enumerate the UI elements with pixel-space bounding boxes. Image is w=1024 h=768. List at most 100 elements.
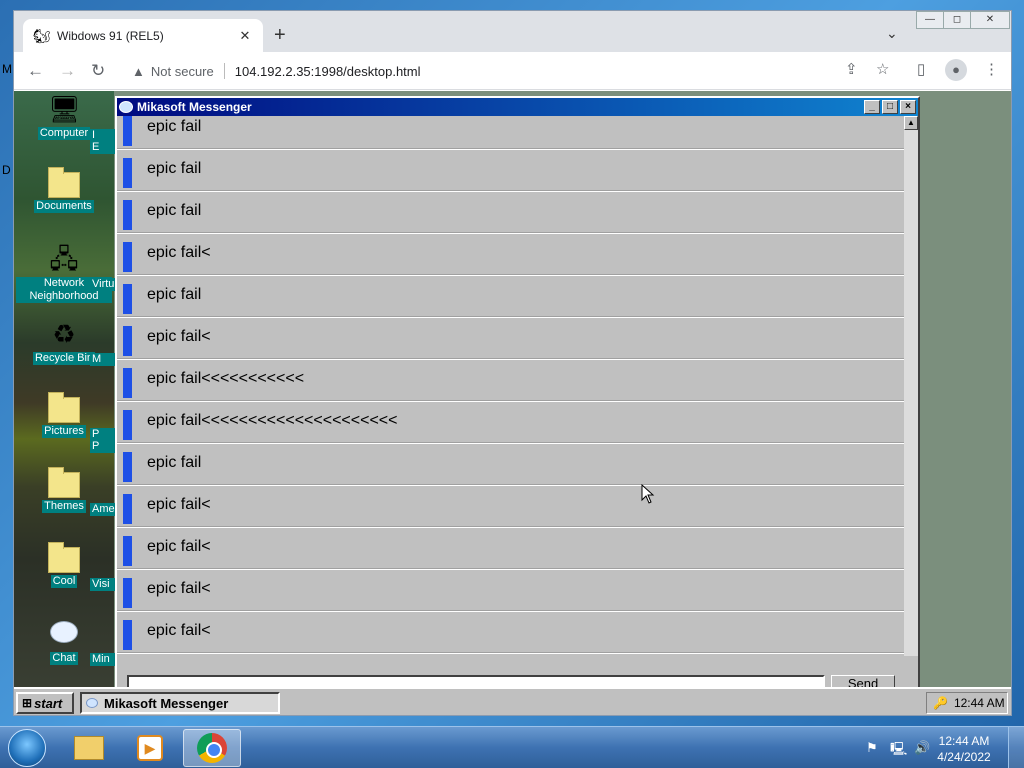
mouse-cursor-icon (641, 484, 655, 504)
start-label: start (34, 695, 63, 711)
message-row: epic fail< (117, 570, 904, 612)
bookmark-star-icon[interactable]: ☆ (876, 62, 889, 78)
message-scrollbar[interactable]: ▲ (904, 116, 918, 656)
desktop-icon-label-partial[interactable]: E (90, 141, 116, 154)
message-text: epic fail< (147, 328, 211, 345)
message-text: epic fail< (147, 622, 211, 639)
desktop-icon-label: Documents (34, 200, 94, 213)
system-clock[interactable]: 12:44 AM 4/24/2022 (934, 733, 994, 765)
address-bar[interactable]: ▲ Not secure 104.192.2.35:1998/desktop.h… (122, 57, 882, 85)
message-row: epic fail< (117, 612, 904, 654)
message-row: epic fail< (117, 528, 904, 570)
messenger-app-icon (119, 101, 133, 113)
warning-icon[interactable]: ▲ (132, 64, 145, 79)
url-text[interactable]: 104.192.2.35:1998/desktop.html (235, 64, 421, 79)
messenger-close-button[interactable]: × (900, 100, 916, 114)
volume-icon[interactable]: 🔊 (914, 740, 930, 756)
desktop-icon-label-partial[interactable]: Min (90, 653, 116, 666)
message-row: epic fail (117, 276, 904, 318)
desktop-icon-label: Pictures (42, 425, 86, 438)
menu-kebab-icon[interactable]: ⋮ (984, 62, 999, 78)
browser-window: 🐿 Wibdows 91 (REL5) ✕ + ⌄ — ◻ ✕ ← → ↻ ▲ … (13, 10, 1012, 716)
desktop-icon-label: Recycle Bin (32, 352, 96, 365)
desktop-icon-documents[interactable]: Documents (16, 167, 112, 213)
tab-close-icon[interactable]: ✕ (237, 28, 253, 44)
sender-color-bar (123, 368, 132, 398)
message-text: epic fail (147, 454, 202, 471)
message-text: epic fail< (147, 538, 211, 555)
tab-strip: 🐿 Wibdows 91 (REL5) ✕ + ⌄ — ◻ ✕ (14, 11, 1011, 52)
messenger-minimize-button[interactable]: _ (864, 100, 880, 114)
desktop-edge-letter: D (2, 163, 11, 177)
desktop-icon-label-partial[interactable]: Visi (90, 578, 116, 591)
network-icon: 🖧 (49, 244, 79, 274)
sender-color-bar (123, 326, 132, 356)
start-button[interactable]: ⊞ start (16, 692, 74, 714)
new-tab-button[interactable]: + (274, 25, 286, 45)
desktop-icon-label: Themes (42, 500, 86, 513)
key-icon: 🔑 (933, 696, 948, 710)
browser-tab[interactable]: 🐿 Wibdows 91 (REL5) ✕ (23, 19, 263, 52)
share-icon[interactable]: ⇪ (845, 62, 858, 78)
omnibox-divider (223, 63, 225, 79)
message-row: epic fail< (117, 234, 904, 276)
not-secure-label[interactable]: Not secure (151, 64, 214, 79)
profile-avatar-icon[interactable]: ● (945, 59, 967, 81)
taskbar-explorer-button[interactable] (60, 729, 118, 767)
emulated-clock[interactable]: 12:44 AM (954, 696, 1005, 710)
message-list[interactable]: epic fail epic fail epic fail epic fail< epi… (117, 116, 904, 656)
site-favicon-icon: 🐿 (33, 27, 51, 44)
desktop-icon-label-partial[interactable]: Ame (90, 503, 116, 516)
message-row: epic fail (117, 150, 904, 192)
desktop-icon-label-partial[interactable]: M (90, 353, 116, 366)
message-row: epic fail<<<<<<<<<<< (117, 360, 904, 402)
windows-taskbar: ▶ ⚑ 🖳 🔊 12:44 AM 4/24/2022 (0, 726, 1024, 768)
emulated-system-tray: 🔑 12:44 AM (926, 692, 1008, 714)
message-text: epic fail< (147, 244, 211, 261)
sender-color-bar (123, 116, 132, 146)
clock-date: 4/24/2022 (937, 750, 991, 764)
restore-window-button[interactable]: ◻ (943, 11, 971, 29)
action-center-flag-icon[interactable]: ⚑ (866, 740, 878, 756)
messenger-title-bar[interactable]: Mikasoft Messenger _ □ × (117, 98, 918, 116)
messenger-window: Mikasoft Messenger _ □ × epic fail epic f… (115, 96, 920, 696)
close-window-button[interactable]: ✕ (970, 11, 1010, 29)
reload-icon[interactable]: ↻ (91, 62, 105, 79)
message-text: epic fail (147, 202, 202, 219)
emulated-taskbar: ⊞ start Mikasoft Messenger 🔑 12:44 AM (14, 687, 1011, 715)
desktop-icon-label-partial[interactable]: Virtu (90, 278, 116, 291)
taskbar-media-player-button[interactable]: ▶ (121, 729, 179, 767)
message-row: epic fail< (117, 318, 904, 360)
side-panel-icon[interactable]: ▯ (917, 62, 925, 78)
desktop-icon-network[interactable]: 🖧 Network Neighborhood (16, 243, 112, 303)
message-row: epic fail (117, 192, 904, 234)
messenger-app-icon (86, 698, 98, 708)
messenger-maximize-button[interactable]: □ (882, 100, 898, 114)
file-explorer-icon (74, 736, 104, 760)
desktop-icon-label: Computer (37, 127, 91, 140)
sender-color-bar (123, 494, 132, 524)
back-icon[interactable]: ← (27, 62, 44, 79)
page-viewport: 🖥 Computer Documents 🖧 Network Neighborh… (14, 91, 1011, 715)
sender-color-bar (123, 200, 132, 230)
sender-color-bar (123, 410, 132, 440)
forward-icon[interactable]: → (59, 62, 76, 79)
folder-icon (48, 392, 80, 423)
message-text: epic fail (147, 118, 202, 135)
taskbar-chrome-button[interactable] (183, 729, 241, 767)
show-desktop-button[interactable] (1008, 727, 1024, 768)
windows-start-orb-icon[interactable] (8, 729, 46, 767)
recycle-bin-icon: ♻ (52, 319, 76, 349)
network-tray-icon[interactable]: 🖳 (890, 740, 907, 762)
sender-color-bar (123, 158, 132, 188)
taskbar-messenger-button[interactable]: Mikasoft Messenger (80, 692, 280, 714)
sender-color-bar (123, 536, 132, 566)
message-text: epic fail (147, 286, 202, 303)
minimize-window-button[interactable]: — (916, 11, 944, 29)
documents-folder-icon (48, 167, 80, 198)
media-player-icon: ▶ (137, 735, 163, 761)
sender-color-bar (123, 452, 132, 482)
scroll-up-button[interactable]: ▲ (904, 116, 918, 130)
desktop-icon-label-partial[interactable]: P (90, 440, 116, 453)
tab-search-icon[interactable]: ⌄ (886, 25, 898, 42)
